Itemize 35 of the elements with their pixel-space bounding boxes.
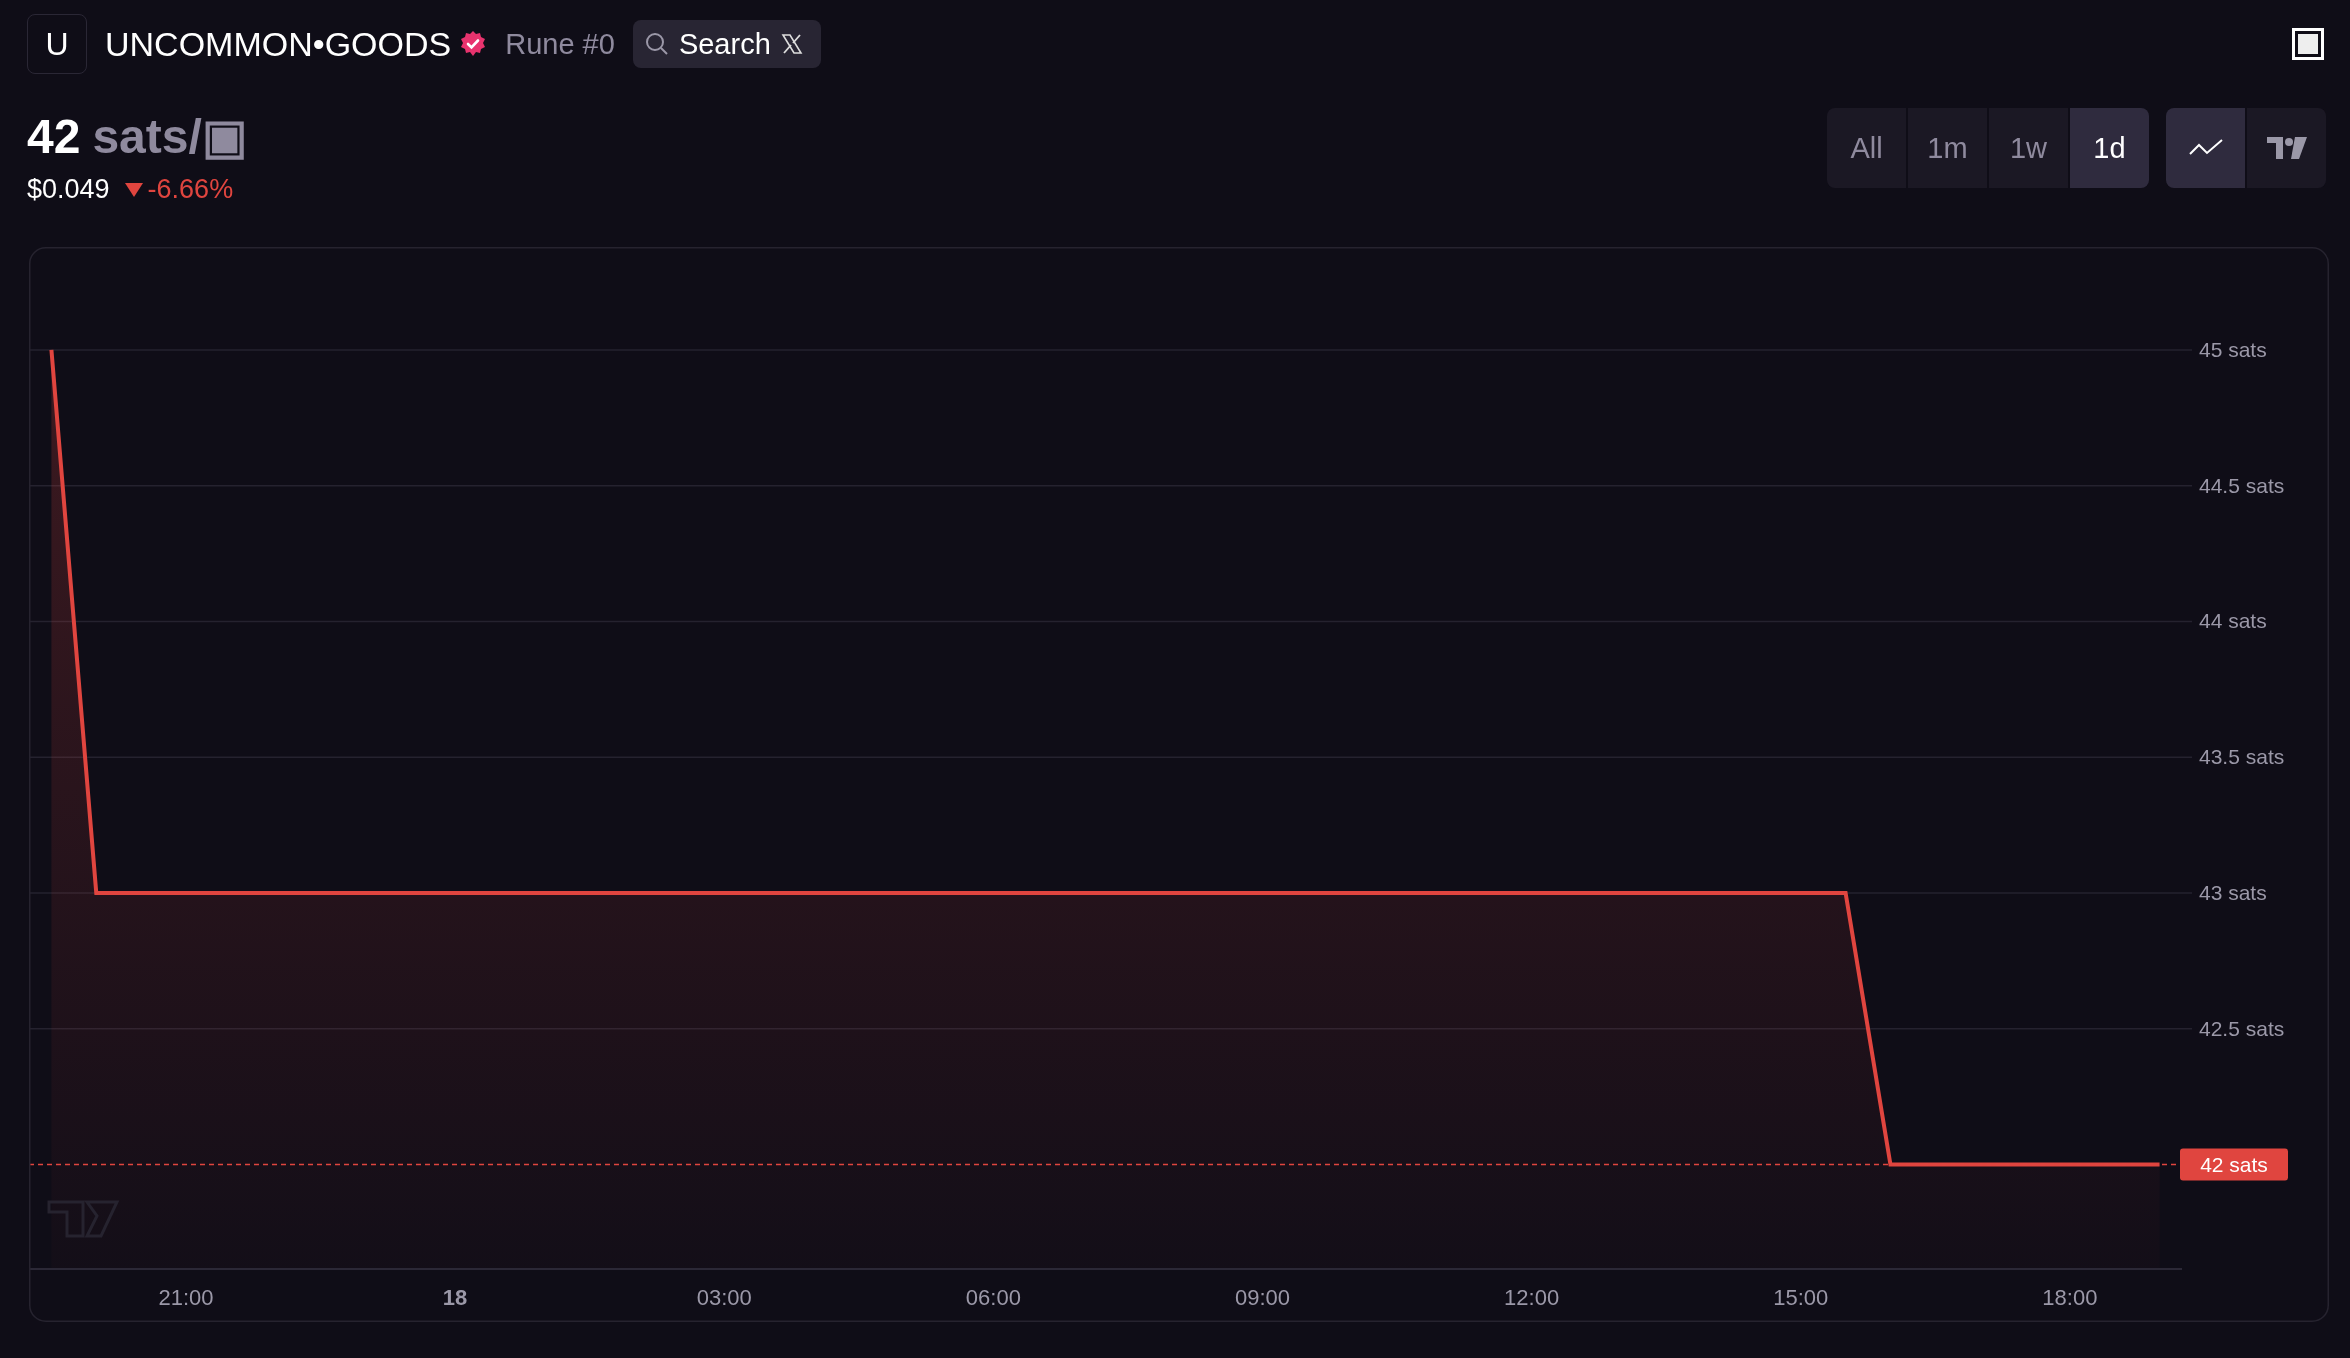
price-unit: sats/▣	[92, 109, 247, 164]
rune-number: Rune #0	[505, 27, 615, 61]
y-axis-label: 45 sats	[2198, 337, 2267, 361]
x-axis-label: 18	[442, 1284, 467, 1310]
usd-price: $0.049	[27, 174, 110, 205]
y-axis-label: 43 sats	[2198, 880, 2267, 904]
fullscreen-icon[interactable]	[2292, 28, 2324, 60]
search-button[interactable]: Search	[632, 20, 821, 68]
price-change: -6.66%	[147, 174, 234, 205]
search-icon	[644, 32, 669, 56]
y-axis-label: 42.5 sats	[2198, 1016, 2284, 1040]
y-axis-label: 43.5 sats	[2198, 744, 2284, 768]
timeframe-tab[interactable]: 1w	[1989, 108, 2068, 188]
logo-icon	[2266, 137, 2307, 159]
ref-line-label: 42 sats	[2199, 1152, 2268, 1176]
x-axis-label: 12:00	[1503, 1284, 1559, 1310]
timeframe-tab[interactable]: 1m	[1908, 108, 1987, 188]
timeframe-tab[interactable]: All	[1827, 108, 1906, 188]
y-axis-label: 44 sats	[2198, 608, 2267, 632]
chart-logo-icon	[47, 1200, 119, 1237]
x-axis-label: 18:00	[2041, 1284, 2097, 1310]
x-axis-label: 15:00	[1772, 1284, 1828, 1310]
line-chart-icon	[2188, 139, 2223, 157]
x-axis-label: 09:00	[1234, 1284, 1290, 1310]
x-axis-label: 21:00	[157, 1284, 213, 1310]
y-axis-label: 44.5 sats	[2198, 473, 2284, 497]
chart-type-button[interactable]	[2247, 108, 2326, 188]
collection-name: UNCOMMON•GOODS	[105, 24, 452, 64]
floor-price: 42	[27, 109, 81, 164]
price-marker: 42 sats	[2179, 1147, 2288, 1180]
timeframe-tab[interactable]: 1d	[2070, 108, 2149, 188]
collection-logo: U	[27, 14, 87, 74]
x-axis-label: 06:00	[965, 1284, 1021, 1310]
x-axis-label: 03:00	[696, 1284, 752, 1310]
x-logo-icon	[780, 33, 803, 55]
